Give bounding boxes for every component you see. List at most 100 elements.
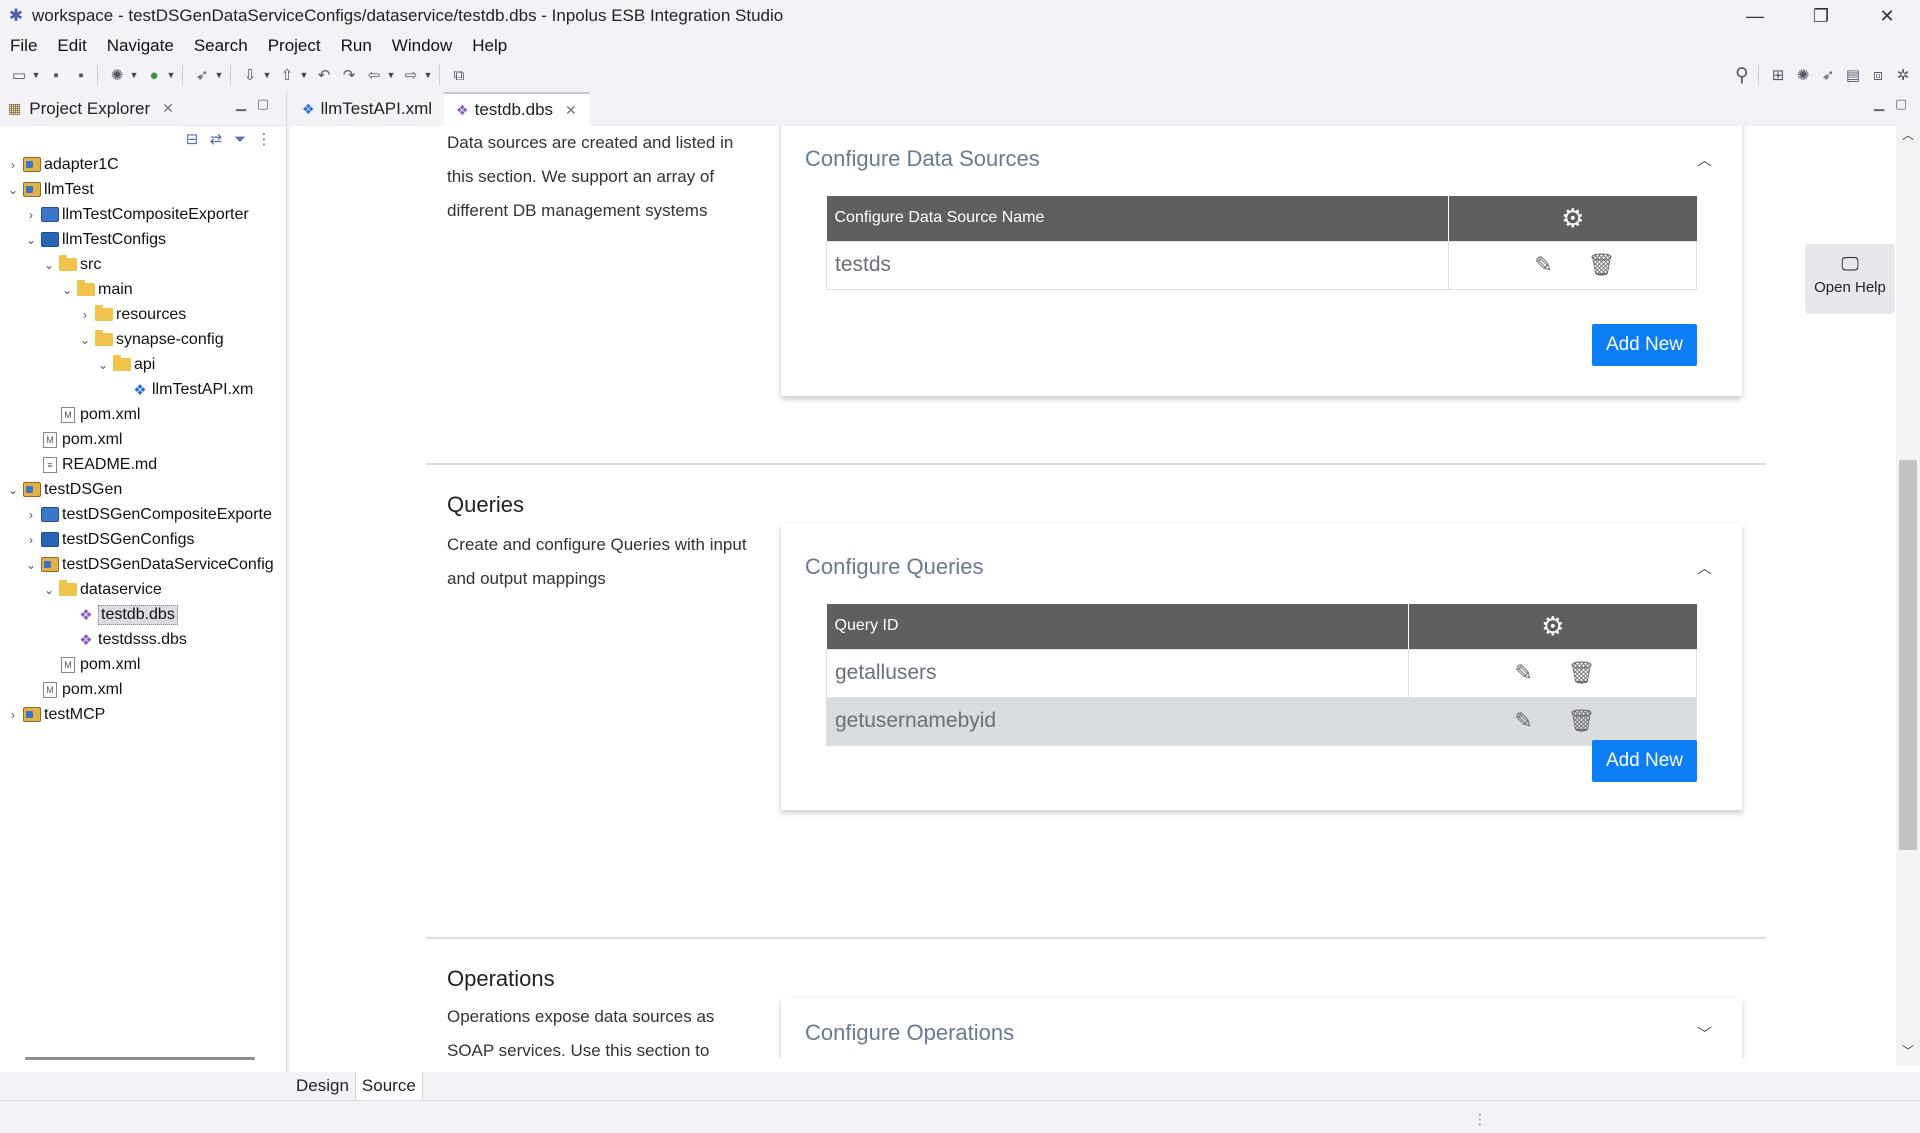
menu-edit[interactable]: Edit bbox=[47, 36, 96, 56]
maximize-icon[interactable]: ▢ bbox=[252, 96, 274, 112]
tree-item[interactable]: ⌄ llmTest bbox=[0, 177, 286, 202]
add-query-button[interactable]: Add New bbox=[1592, 740, 1697, 782]
table-row[interactable]: getusernamebyid ✎ 🗑 bbox=[826, 696, 1697, 746]
next-annotation-dropdown-icon[interactable]: ▼ bbox=[261, 64, 273, 86]
tree-item[interactable]: ⌄ api bbox=[0, 352, 286, 377]
tree-item[interactable]: Mpom.xml bbox=[0, 652, 286, 677]
last-edit-icon[interactable]: ↶ bbox=[313, 64, 335, 86]
minimize-icon[interactable]: ▁ bbox=[230, 96, 252, 112]
chevron-down-icon[interactable]: ⌄ bbox=[6, 483, 20, 497]
restore-button[interactable]: ❐ bbox=[1788, 0, 1854, 32]
close-icon[interactable]: ✕ bbox=[162, 100, 174, 117]
chevron-down-icon[interactable]: ﹀ bbox=[1697, 1023, 1712, 1044]
tree-item[interactable]: ⌄ dataservice bbox=[0, 577, 286, 602]
close-button[interactable]: ✕ bbox=[1854, 0, 1920, 32]
tab-source[interactable]: Source bbox=[355, 1072, 423, 1100]
tree-item[interactable]: › testDSGenConfigs bbox=[0, 527, 286, 552]
run-icon[interactable]: ● bbox=[143, 64, 165, 86]
plugin-perspective-icon[interactable]: ✲ bbox=[1892, 64, 1914, 86]
tree-item[interactable]: ❖ llmTestAPI.xm bbox=[0, 377, 286, 402]
gear-icon[interactable]: ⚙ bbox=[1408, 604, 1697, 649]
chevron-right-icon[interactable]: › bbox=[24, 508, 38, 522]
tree-item[interactable]: Mpom.xml bbox=[0, 427, 286, 452]
chevron-down-icon[interactable]: ⌄ bbox=[42, 583, 56, 597]
tab-testdb[interactable]: ❖ testdb.dbs ✕ bbox=[444, 92, 589, 126]
tree-item[interactable]: ≡ README.md bbox=[0, 452, 286, 477]
table-row[interactable]: testds ✎ 🗑 bbox=[826, 240, 1697, 290]
chevron-up-icon[interactable]: ︿ bbox=[1697, 149, 1712, 170]
tree-item[interactable]: › resources bbox=[0, 302, 286, 327]
back-dropdown-icon[interactable]: ▼ bbox=[385, 64, 397, 86]
gear-icon[interactable]: ⚙ bbox=[1448, 196, 1697, 241]
forward-dropdown-icon[interactable]: ▼ bbox=[422, 64, 434, 86]
prev-annotation-icon[interactable]: ⇧ bbox=[276, 64, 298, 86]
tree-item[interactable]: Mpom.xml bbox=[0, 402, 286, 427]
tree-item[interactable]: ⌄ synapse-config bbox=[0, 327, 286, 352]
minimize-icon[interactable]: ▁ bbox=[1868, 96, 1890, 112]
run-dropdown-icon[interactable]: ▼ bbox=[165, 64, 177, 86]
maximize-icon[interactable]: ▢ bbox=[1890, 96, 1912, 112]
queries-card-title[interactable]: Configure Queries bbox=[805, 554, 984, 580]
next-annotation-icon[interactable]: ⇩ bbox=[239, 64, 261, 86]
tab-llmtestapi[interactable]: ❖ llmTestAPI.xml bbox=[290, 92, 444, 126]
chevron-down-icon[interactable]: ⌄ bbox=[24, 558, 38, 572]
debug-perspective-icon[interactable]: ✺ bbox=[1792, 64, 1814, 86]
chevron-up-icon[interactable]: ︿ bbox=[1697, 557, 1712, 578]
tab-project-explorer[interactable]: ▦ Project Explorer ✕ bbox=[0, 91, 182, 126]
deploy-icon[interactable]: ➶ bbox=[191, 64, 213, 86]
minimize-button[interactable]: — bbox=[1722, 0, 1788, 32]
chevron-down-icon[interactable]: ⌄ bbox=[42, 258, 56, 272]
chevron-right-icon[interactable]: › bbox=[78, 308, 92, 322]
drag-handle-icon[interactable]: ⋮ bbox=[1473, 1111, 1487, 1128]
save-all-icon[interactable]: ▪ bbox=[70, 64, 92, 86]
open-perspective-icon[interactable]: ⊞ bbox=[1767, 64, 1789, 86]
tree-item[interactable]: Mpom.xml bbox=[0, 677, 286, 702]
add-datasource-button[interactable]: Add New bbox=[1592, 324, 1697, 366]
edit-icon[interactable]: ✎ bbox=[1526, 252, 1562, 278]
edit-icon[interactable]: ✎ bbox=[1506, 708, 1542, 734]
tree-item[interactable]: ❖ testdsss.dbs bbox=[0, 627, 286, 652]
tree-item[interactable]: › adapter1C bbox=[0, 152, 286, 177]
vertical-scrollbar[interactable]: ︿ ﹀ bbox=[1896, 126, 1920, 1066]
tree-item[interactable]: › testDSGenCompositeExporte bbox=[0, 502, 286, 527]
deploy-dropdown-icon[interactable]: ▼ bbox=[213, 64, 225, 86]
link-with-editor-icon[interactable]: ⇄ bbox=[204, 130, 228, 148]
new-icon[interactable]: ▭ bbox=[8, 64, 30, 86]
deploy-perspective-icon[interactable]: ➶ bbox=[1817, 64, 1839, 86]
tree-item[interactable]: ⌄ llmTestConfigs bbox=[0, 227, 286, 252]
chevron-right-icon[interactable]: › bbox=[6, 158, 20, 172]
menu-run[interactable]: Run bbox=[331, 36, 382, 56]
tree-item[interactable]: ⌄ src bbox=[0, 252, 286, 277]
tree-item[interactable]: › llmTestCompositeExporter bbox=[0, 202, 286, 227]
close-icon[interactable]: ✕ bbox=[565, 102, 577, 119]
forward-icon[interactable]: ⇨ bbox=[400, 64, 422, 86]
open-help-button[interactable]: 🖵 Open Help bbox=[1805, 244, 1895, 314]
trash-icon[interactable]: 🗑 bbox=[1563, 660, 1599, 686]
menu-search[interactable]: Search bbox=[184, 36, 258, 56]
new-dropdown-icon[interactable]: ▼ bbox=[30, 64, 42, 86]
back-icon[interactable]: ⇦ bbox=[363, 64, 385, 86]
filter-icon[interactable]: ⏷ bbox=[228, 131, 252, 148]
tree-item[interactable]: ⌄ main bbox=[0, 277, 286, 302]
chevron-right-icon[interactable]: › bbox=[6, 708, 20, 722]
menu-file[interactable]: File bbox=[0, 36, 47, 56]
integration-perspective-icon[interactable]: ▤ bbox=[1842, 64, 1864, 86]
view-menu-icon[interactable]: ⋮ bbox=[252, 130, 276, 148]
chevron-down-icon[interactable]: ⌄ bbox=[6, 183, 20, 197]
chevron-down-icon[interactable]: ⌄ bbox=[78, 333, 92, 347]
forward-edit-icon[interactable]: ↷ bbox=[338, 64, 360, 86]
save-icon[interactable]: ▪ bbox=[45, 64, 67, 86]
chevron-right-icon[interactable]: › bbox=[24, 533, 38, 547]
pin-editor-icon[interactable]: ⧉ bbox=[448, 64, 470, 86]
tab-design[interactable]: Design bbox=[290, 1072, 356, 1100]
menu-help[interactable]: Help bbox=[462, 36, 517, 56]
tree-item[interactable]: › testMCP bbox=[0, 702, 286, 727]
tree-item[interactable]: ⌄ testDSGen bbox=[0, 477, 286, 502]
collapse-all-icon[interactable]: ⊟ bbox=[180, 130, 204, 148]
search-icon[interactable]: ⚲ bbox=[1731, 64, 1753, 86]
menu-navigate[interactable]: Navigate bbox=[97, 36, 184, 56]
java-perspective-icon[interactable]: ⧈ bbox=[1867, 64, 1889, 86]
chevron-right-icon[interactable]: › bbox=[24, 208, 38, 222]
trash-icon[interactable]: 🗑 bbox=[1563, 708, 1599, 734]
chevron-down-icon[interactable]: ⌄ bbox=[60, 283, 74, 297]
